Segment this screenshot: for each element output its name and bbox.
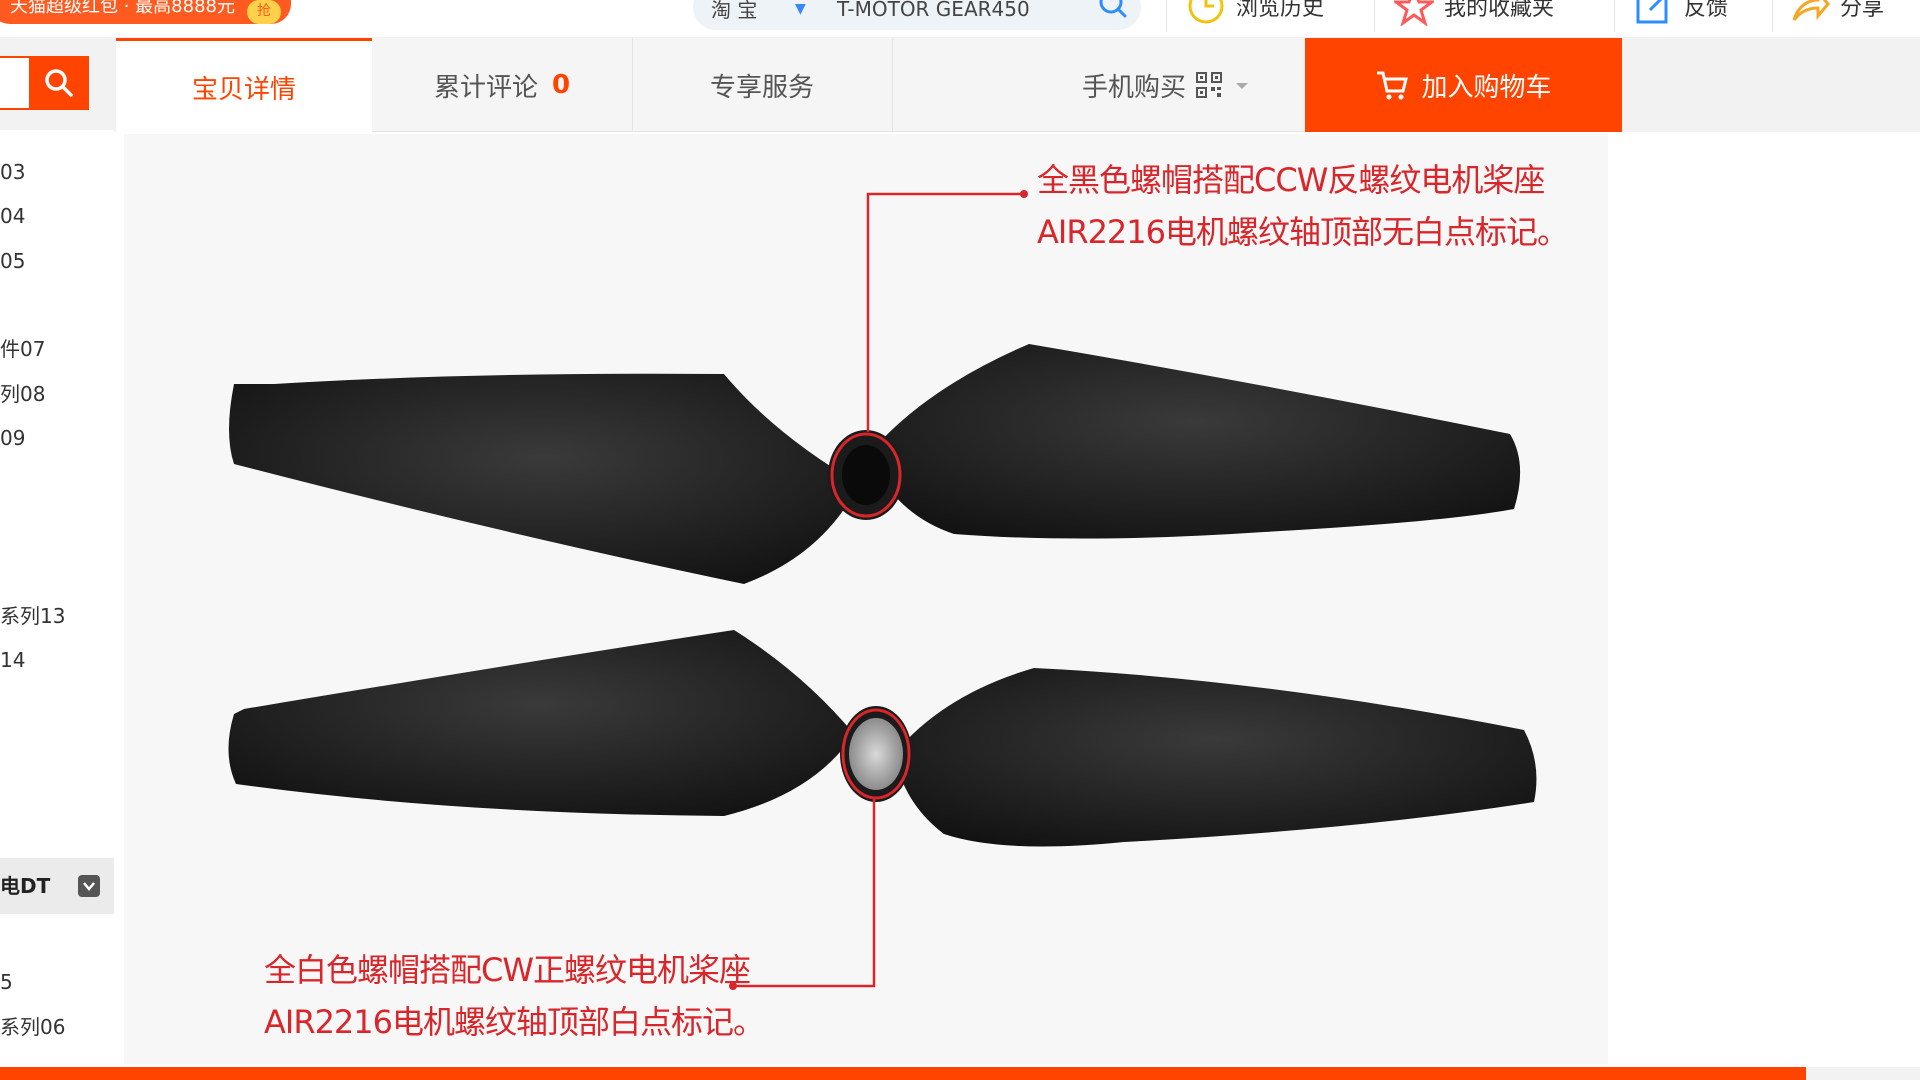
divider [1374, 0, 1375, 32]
share-link[interactable]: 分享 [1790, 0, 1884, 26]
feedback-link[interactable]: 反馈 [1634, 0, 1728, 26]
callout-dot-top [1020, 190, 1028, 198]
detail-content: 全黑色螺帽搭配CCW反螺纹电机桨座 AIR2216电机螺纹轴顶部无白点标记。 全… [114, 132, 1622, 1072]
top-header: 天猫超级红包 · 最高8888元 抢 淘 宝 ▼ T-MOTOR GEAR450… [0, 0, 1920, 37]
promo-banner[interactable]: 天猫超级红包 · 最高8888元 抢 [0, 0, 291, 24]
mobile-buy-label: 手机购买 [1082, 72, 1187, 103]
add-to-cart-button[interactable]: 加入购物车 [1305, 38, 1622, 132]
promo-text: 天猫超级红包 · 最高8888元 [10, 0, 235, 17]
feedback-label: 反馈 [1684, 0, 1729, 21]
share-icon [1792, 0, 1830, 21]
star-icon [1394, 0, 1434, 26]
search-bar[interactable]: 淘 宝 ▼ T-MOTOR GEAR450 [693, 0, 1141, 30]
category-item[interactable]: 系列13 [0, 604, 65, 628]
page: 天猫超级红包 · 最高8888元 抢 淘 宝 ▼ T-MOTOR GEAR450… [0, 0, 1920, 1080]
promo-badge: 抢 [246, 0, 281, 24]
shop-search-button[interactable] [29, 56, 89, 110]
divider [892, 38, 893, 132]
history-link[interactable]: 浏览历史 [1186, 0, 1324, 26]
divider [1166, 0, 1167, 32]
share-label: 分享 [1840, 0, 1885, 21]
category-item[interactable]: 5 [0, 970, 13, 994]
review-count: 0 [551, 70, 571, 100]
category-item[interactable]: 14 [0, 648, 25, 672]
propeller-cw [228, 630, 1537, 847]
right-blank-area [1622, 132, 1920, 1067]
mobile-buy[interactable]: 手机购买 [1082, 38, 1252, 132]
category-label: 电DT [0, 874, 51, 898]
category-item-active[interactable]: 电DT [0, 858, 114, 914]
caret-down-icon [1236, 83, 1249, 89]
category-item[interactable]: 09 [0, 426, 25, 450]
favorites-label: 我的收藏夹 [1444, 0, 1555, 21]
qr-code-icon [1196, 72, 1223, 98]
clock-icon [1188, 0, 1224, 24]
tab-service[interactable]: 专享服务 [632, 38, 892, 132]
search-icon [45, 69, 73, 97]
category-item[interactable]: 系列06 [0, 1015, 65, 1039]
shop-search-input[interactable] [0, 56, 32, 110]
search-input[interactable]: T-MOTOR GEAR450 [837, 0, 1030, 20]
search-icon[interactable] [1097, 0, 1131, 18]
tab-reviews[interactable]: 累计评论 0 [372, 38, 632, 132]
product-photo: 全黑色螺帽搭配CCW反螺纹电机桨座 AIR2216电机螺纹轴顶部无白点标记。 全… [124, 134, 1608, 1064]
callout-line-bottom [733, 798, 876, 988]
annotation-bottom-line1: 全白色螺帽搭配CW正螺纹电机桨座 [264, 951, 751, 989]
category-item[interactable]: 04 [0, 204, 25, 228]
propeller-ccw [229, 344, 1521, 584]
category-item[interactable]: 件07 [0, 337, 45, 361]
search-scope[interactable]: 淘 宝 [711, 0, 757, 20]
tab-detail[interactable]: 宝贝详情 [116, 38, 372, 133]
category-item[interactable]: 05 [0, 249, 25, 273]
chevron-down-icon[interactable]: ▼ [795, 0, 806, 18]
divider [1772, 0, 1773, 32]
annotation-top-line2: AIR2216电机螺纹轴顶部无白点标记。 [1037, 213, 1569, 251]
edit-icon [1636, 0, 1668, 24]
collapse-icon[interactable] [78, 875, 100, 897]
tab-service-label: 专享服务 [709, 72, 814, 103]
history-label: 浏览历史 [1236, 0, 1325, 21]
category-sidebar: 03 04 05 件07 列08 09 系列13 14 电DT 5 系列06 [0, 130, 114, 1070]
category-item[interactable]: 列08 [0, 382, 45, 406]
add-to-cart-label: 加入购物车 [1421, 72, 1552, 103]
annotation-top-line1: 全黑色螺帽搭配CCW反螺纹电机桨座 [1037, 161, 1545, 199]
favorites-link[interactable]: 我的收藏夹 [1394, 0, 1554, 26]
accent-rule [0, 1067, 1806, 1080]
tab-reviews-label: 累计评论 [433, 72, 538, 103]
category-item[interactable]: 03 [0, 160, 25, 184]
divider [1614, 0, 1615, 32]
tab-detail-label: 宝贝详情 [191, 74, 296, 105]
annotation-bottom-line2: AIR2216电机螺纹轴顶部白点标记。 [264, 1003, 765, 1041]
propeller-illustration [228, 190, 1537, 990]
cart-icon [1377, 71, 1409, 100]
